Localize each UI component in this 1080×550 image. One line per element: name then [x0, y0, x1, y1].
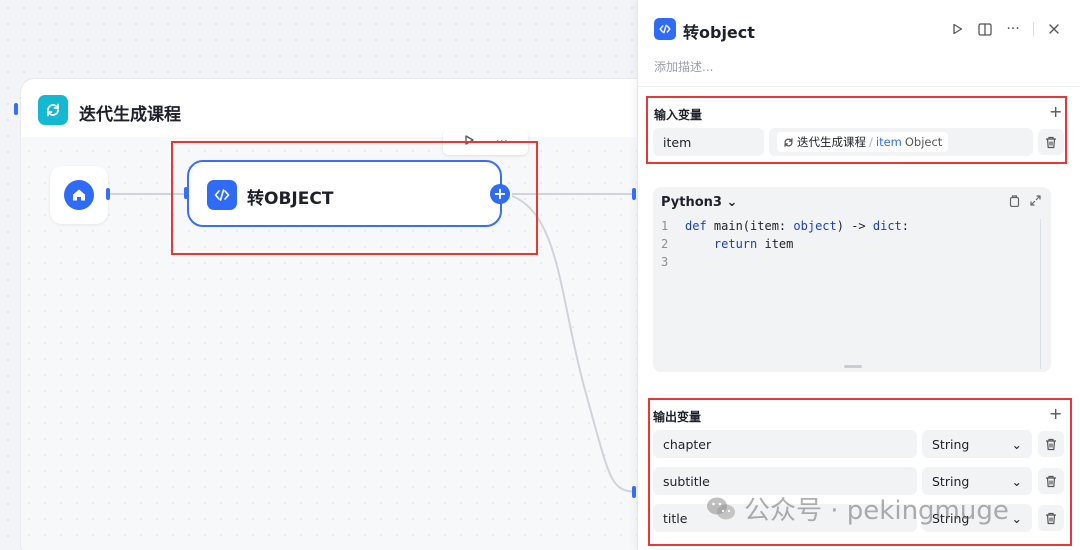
code-line: 3 [661, 255, 669, 269]
resize-handle[interactable] [844, 365, 862, 368]
copy-icon[interactable] [1009, 195, 1020, 210]
highlight-input-variables [646, 96, 1067, 164]
iteration-loop-icon [38, 95, 68, 125]
iteration-title: 迭代生成课程 [79, 105, 181, 125]
more-options-icon[interactable]: ··· [1005, 20, 1021, 38]
close-icon[interactable] [1046, 20, 1062, 38]
code-line: 2 return item [661, 237, 794, 251]
book-icon[interactable] [977, 20, 993, 38]
wechat-icon [707, 497, 735, 519]
watermark: 公众号 · pekingmuge [706, 490, 1009, 527]
code-line-text: def main(item: object) -> dict: [685, 219, 910, 233]
panel-title[interactable]: 转object [683, 19, 755, 43]
start-node[interactable] [50, 166, 108, 224]
highlight-code-node [171, 141, 538, 255]
left-edge-handle[interactable] [14, 103, 18, 115]
description-input[interactable]: 添加描述... [654, 58, 713, 75]
iteration-header: 迭代生成课程 [21, 79, 679, 137]
code-tools [1009, 195, 1041, 210]
panel-actions: ··· [949, 20, 1062, 38]
code-lines: 1 def main(item: object) -> dict: 2 retur… [661, 217, 909, 271]
run-icon[interactable] [949, 20, 965, 38]
code-line: 1 def main(item: object) -> dict: [661, 219, 910, 233]
watermark-text: 公众号 · pekingmuge [744, 496, 1009, 526]
start-out-handle[interactable] [106, 188, 110, 200]
right-handle-bottom[interactable] [632, 486, 636, 498]
code-scrollbar[interactable] [1040, 219, 1041, 369]
code-editor[interactable]: Python3 ⌄ 1 def main(item: object) -> dic… [653, 187, 1051, 372]
home-icon [64, 180, 94, 210]
actions-divider [1033, 22, 1034, 36]
right-handle-top[interactable] [632, 188, 636, 200]
expand-icon[interactable] [1030, 195, 1041, 210]
panel-code-icon [654, 18, 676, 40]
panel-divider [638, 86, 1080, 87]
language-selector[interactable]: Python3 ⌄ [661, 195, 737, 210]
code-line-text: return item [713, 237, 794, 251]
